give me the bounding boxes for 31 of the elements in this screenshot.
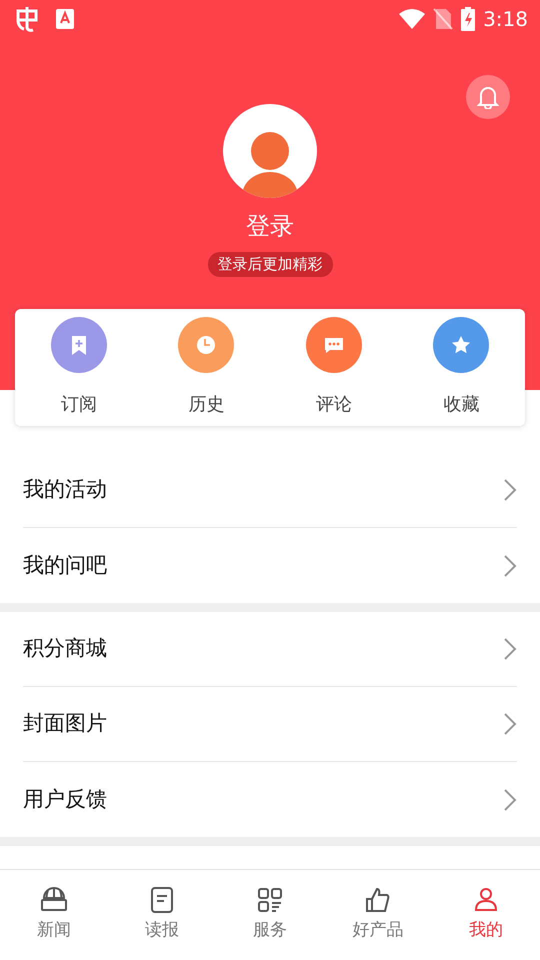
chevron-right-icon: [503, 554, 517, 578]
menu-item[interactable]: 我的问吧: [23, 528, 517, 603]
quick-action-button[interactable]: 订阅: [15, 316, 142, 419]
chevron-right-icon: [503, 637, 517, 661]
menu-item[interactable]: 积分商城: [23, 612, 517, 687]
document-icon: [148, 886, 176, 914]
bell-icon: [477, 85, 499, 109]
app-notification-icon: [14, 5, 40, 33]
app-notification-icon: [56, 9, 74, 29]
tab-bar-item[interactable]: 读报: [108, 870, 216, 960]
quick-action-button[interactable]: 历史: [142, 316, 270, 419]
login-hint: 登录后更加精彩: [208, 252, 332, 276]
tab-bar-item[interactable]: 好产品: [324, 870, 432, 960]
quick-action-button[interactable]: 评论: [270, 316, 398, 419]
tab-bar-item[interactable]: 新闻: [0, 870, 108, 960]
status-time: 3:18: [483, 6, 528, 33]
menu-item[interactable]: 用户反馈: [23, 762, 517, 837]
wifi-icon: [399, 9, 426, 29]
menu-item[interactable]: 我的活动: [23, 453, 517, 528]
menu-item[interactable]: 封面图片: [23, 687, 517, 762]
tab-bar-item[interactable]: 我的: [432, 870, 540, 960]
thumbs-up-icon: [364, 886, 392, 914]
quick-action-button[interactable]: 收藏: [398, 316, 525, 419]
notification-button[interactable]: [466, 75, 510, 119]
chevron-right-icon: [503, 712, 517, 736]
no-sim-icon: [433, 8, 454, 30]
tab-bar-item[interactable]: 服务: [216, 870, 324, 960]
battery-icon: [461, 7, 476, 31]
chevron-right-icon: [503, 788, 517, 812]
chevron-right-icon: [503, 478, 517, 502]
grid-icon: [256, 886, 284, 914]
